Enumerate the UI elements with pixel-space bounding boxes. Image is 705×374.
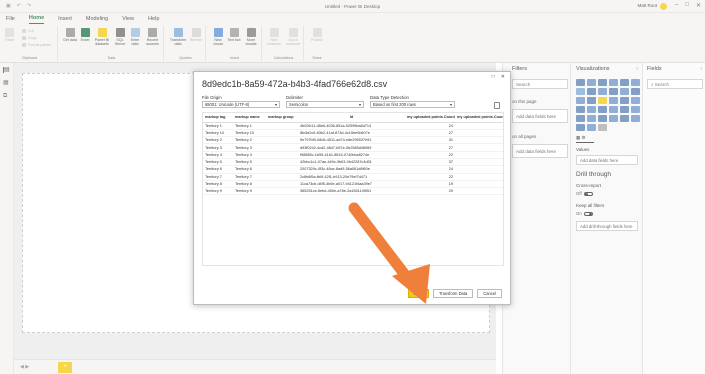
table-row: Territory 6 Territory 6 2007329c-0f3c-48ce… (203, 165, 503, 174)
data-type-detection-label: Data Type Detection (370, 95, 409, 100)
document-icon[interactable] (494, 102, 500, 109)
dialog-close-icon[interactable]: ✕ (501, 74, 505, 80)
chevron-down-icon: ▾ (358, 102, 361, 107)
file-origin-label: File Origin (202, 95, 222, 100)
transform-data-button[interactable]: Transform Data (432, 289, 474, 298)
table-row: Territory 4 Territory 4 f98585c-1b59-41b1-… (203, 151, 503, 160)
column-header[interactable]: markup tag (203, 113, 233, 123)
table-row: Territory 7 Territory 7 2c6b6f5a-fb0f-42f1… (203, 173, 503, 181)
table-row: Territory 2 Territory 2 5e797bf0-08d3-4511… (203, 136, 503, 145)
data-type-detection-field: Data Type Detection Based on first 200 r… (370, 95, 455, 108)
table-row: Territory 3 Territory 3 d93f0242-4cd2-4847… (203, 143, 503, 152)
dialog-title: 8d9edc1b-8a59-472a-b4b3-4fad766e62d8.csv (202, 79, 388, 89)
table-row: Territory 10 Territory 10 8fc5d2c5-83b2-41… (203, 129, 503, 138)
file-origin-dropdown[interactable]: 65001: Unicode (UTF-8) ▾ (202, 101, 280, 108)
dialog-maximize-icon[interactable]: □ (492, 74, 495, 80)
column-header[interactable]: my uploaded points.Count.00 (405, 113, 455, 123)
power-bi-window: ▣ ↶ ↷ Untitled - Power BI Desktop Matt R… (0, 0, 705, 374)
data-type-detection-dropdown[interactable]: Based on first 200 rows ▾ (370, 101, 455, 108)
chevron-down-icon: ▾ (274, 102, 277, 107)
column-header[interactable]: my uploaded points.Count.T (455, 113, 503, 123)
file-origin-field: File Origin 65001: Unicode (UTF-8) ▾ (202, 95, 280, 108)
column-header[interactable]: markup group (266, 113, 298, 123)
chevron-down-icon: ▾ (449, 102, 452, 107)
dialog-footer: Load Transform Data Cancel (407, 289, 502, 298)
column-header[interactable]: markup name (233, 113, 266, 123)
delimiter-label: Delimiter (286, 95, 303, 100)
table-header-row: markup tag markup name markup group Id m… (203, 113, 503, 123)
table-row: Territory 8 Territory 8 11ca73cb-d4f5-4b5e… (203, 180, 503, 189)
delimiter-dropdown[interactable]: Semicolon ▾ (286, 101, 364, 108)
dialog-controls: □ ✕ (492, 74, 505, 80)
table-row: Territory 9 Territory 9 365251ce-6ebd-450e… (203, 187, 503, 196)
csv-import-dialog: 8d9edc1b-8a59-472a-b4b3-4fad766e62d8.csv… (193, 71, 511, 305)
delimiter-field: Delimiter Semicolon ▾ (286, 95, 364, 108)
preview-table: markup tag markup name markup group Id m… (202, 112, 504, 266)
column-header[interactable]: Id (298, 113, 405, 123)
table-row: Territory 5 Territory 5 42bbc1c1-07ae-449c… (203, 158, 503, 167)
load-button[interactable]: Load (407, 289, 429, 298)
cancel-button[interactable]: Cancel (477, 289, 502, 298)
table-row: Territory 1 Territory 1 4b02fc11-d5e6-4036… (203, 122, 503, 130)
